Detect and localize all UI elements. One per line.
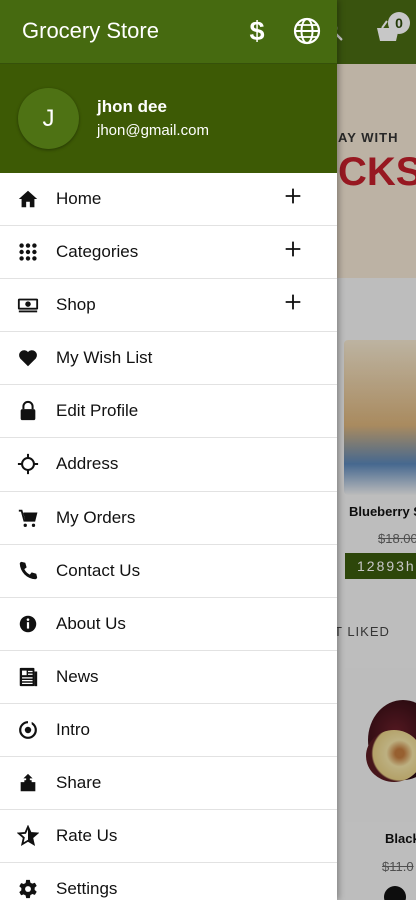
menu-item-edit-profile[interactable]: Edit Profile: [0, 385, 337, 439]
crosshair-icon: [17, 453, 39, 475]
menu-item-about-us[interactable]: About Us: [0, 598, 337, 651]
menu-item-label: Contact Us: [56, 560, 141, 580]
menu-item-label: My Orders: [56, 507, 136, 527]
menu-item-categories[interactable]: Categories: [0, 226, 337, 280]
menu-item-shop[interactable]: Shop: [0, 279, 337, 333]
info-icon: [17, 613, 39, 635]
drawer-menu: Home Categories Shop My Wish List Edit P…: [0, 173, 337, 900]
menu-item-rate-us[interactable]: Rate Us: [0, 810, 337, 864]
menu-item-contact-us[interactable]: Contact Us: [0, 545, 337, 598]
home-icon: [17, 188, 39, 210]
newspaper-icon: [17, 666, 39, 688]
grid-icon: [17, 241, 39, 263]
menu-item-label: Home: [56, 189, 102, 208]
menu-item-wish-list[interactable]: My Wish List: [0, 332, 337, 386]
menu-item-intro[interactable]: Intro: [0, 704, 337, 758]
expand-plus-icon[interactable]: [282, 185, 304, 207]
gear-icon: [17, 878, 39, 900]
menu-item-label: Share: [56, 773, 102, 793]
drawer-toolbar: Grocery Store $: [0, 0, 337, 63]
menu-item-label: Rate Us: [56, 826, 118, 846]
menu-item-share[interactable]: Share: [0, 757, 337, 811]
money-icon: [17, 294, 39, 316]
target-icon: [17, 719, 39, 741]
menu-item-settings[interactable]: Settings: [0, 863, 337, 900]
menu-item-home[interactable]: Home: [0, 173, 337, 227]
currency-button[interactable]: $: [243, 14, 271, 48]
menu-item-news[interactable]: News: [0, 651, 337, 704]
menu-item-label: Settings: [56, 879, 118, 899]
star-icon: [17, 825, 39, 847]
avatar[interactable]: J: [18, 88, 79, 149]
menu-item-label: Edit Profile: [56, 401, 139, 421]
navigation-drawer: Grocery Store $ J jhon dee jhon@gmail.co…: [0, 0, 337, 900]
profile-header[interactable]: J jhon dee jhon@gmail.com: [0, 63, 337, 173]
user-name: jhon dee: [97, 97, 167, 116]
menu-item-label: Address: [56, 454, 119, 474]
expand-plus-icon[interactable]: [282, 291, 304, 313]
app-title: Grocery Store: [22, 18, 159, 43]
menu-item-label: News: [56, 666, 99, 686]
lock-icon: [17, 400, 39, 422]
heart-icon: [17, 347, 39, 369]
user-email: jhon@gmail.com: [97, 122, 209, 139]
menu-item-label: My Wish List: [56, 348, 153, 368]
cart-icon: [17, 507, 39, 529]
globe-icon[interactable]: [293, 17, 321, 45]
expand-plus-icon[interactable]: [282, 238, 304, 260]
app-screen: 0 AY WITH CKS Blueberry S $18.00 12893h:…: [0, 0, 416, 900]
phone-icon: [17, 560, 39, 582]
menu-item-label: Intro: [56, 719, 91, 739]
menu-item-label: About Us: [56, 613, 126, 633]
menu-item-my-orders[interactable]: My Orders: [0, 492, 337, 545]
menu-item-label: Categories: [56, 242, 139, 262]
menu-item-address[interactable]: Address: [0, 438, 337, 492]
share-icon: [17, 772, 39, 794]
menu-item-label: Shop: [56, 295, 96, 315]
